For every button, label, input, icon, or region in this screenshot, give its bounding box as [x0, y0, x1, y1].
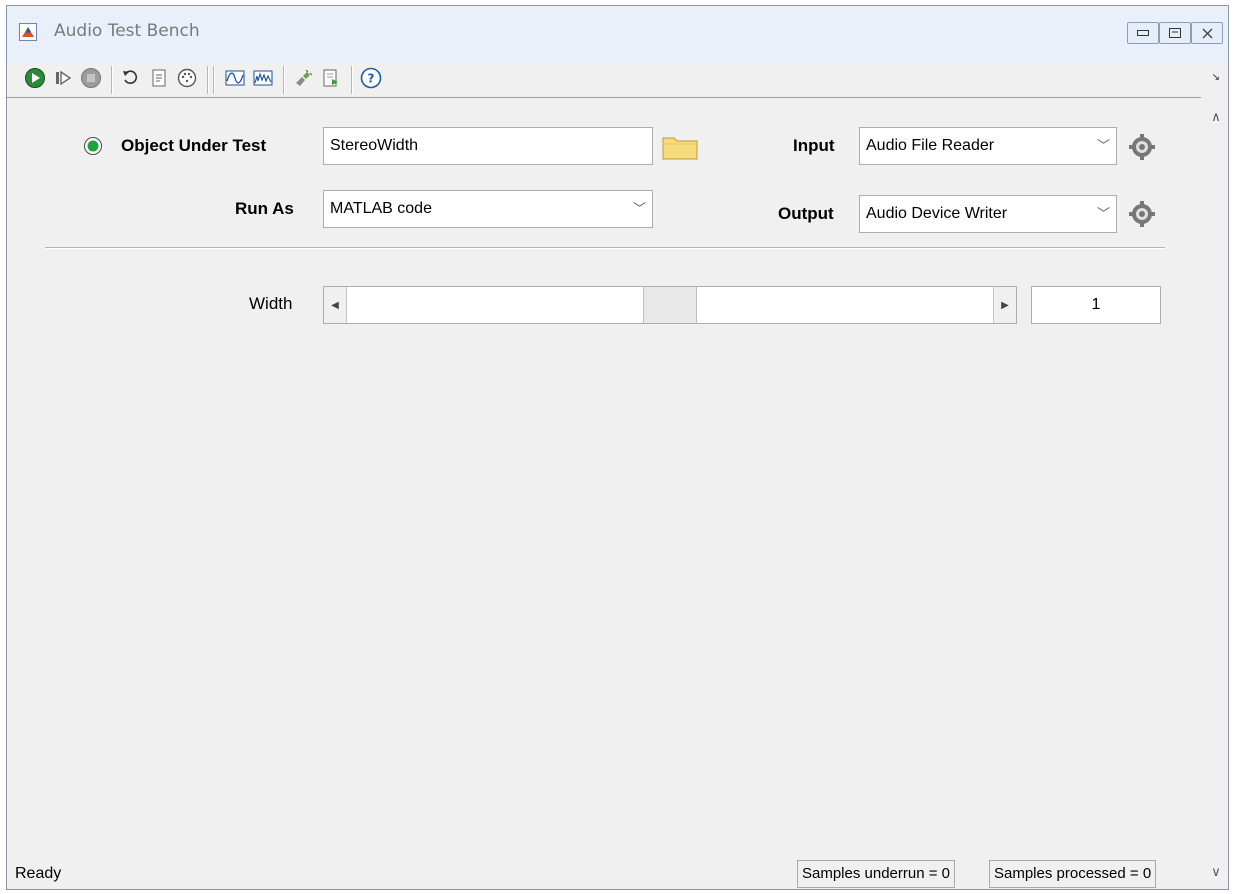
input-settings-gear-icon[interactable] [1127, 132, 1157, 162]
play-button[interactable] [23, 66, 47, 90]
export-button[interactable] [319, 66, 343, 90]
generate-code-button[interactable] [147, 66, 171, 90]
run-as-label: Run As [235, 199, 294, 218]
app-window: Audio Test Bench ? ↘ ∧ ∨ Object Under Te… [6, 5, 1229, 890]
chevron-down-icon: ﹀ [1096, 206, 1110, 221]
chevron-down-icon: ﹀ [1096, 138, 1110, 153]
run-as-dropdown[interactable]: MATLAB code ﹀ [323, 190, 653, 228]
status-bar: Ready Samples underrun = 0 Samples proce… [7, 858, 1201, 890]
object-under-test-field[interactable]: StereoWidth [323, 127, 653, 165]
toolbar-separator [351, 66, 353, 94]
help-button[interactable]: ? [359, 66, 383, 90]
input-dropdown[interactable]: Audio File Reader ﹀ [859, 127, 1117, 165]
slider-right-arrow-icon[interactable]: ▶ [993, 287, 1016, 323]
scroll-down-icon[interactable]: ∨ [1207, 864, 1225, 880]
play-icon [25, 68, 45, 88]
width-slider[interactable]: ◀ ▶ [323, 286, 1017, 324]
title-bar: Audio Test Bench [7, 6, 1228, 64]
output-settings-gear-icon[interactable] [1127, 199, 1157, 229]
input-label: Input [793, 136, 835, 155]
toolbar-separator [207, 66, 209, 94]
chevron-down-icon: ﹀ [632, 201, 646, 216]
svg-text:?: ? [368, 72, 375, 86]
midi-button[interactable] [175, 66, 199, 90]
midi-icon [177, 68, 197, 88]
slider-thumb[interactable] [643, 287, 697, 323]
input-value: Audio File Reader [866, 137, 995, 154]
help-icon: ? [360, 67, 382, 89]
folder-icon[interactable] [661, 133, 699, 161]
stop-button[interactable] [79, 66, 103, 90]
refresh-icon [123, 70, 138, 84]
matlab-logo-icon [19, 23, 37, 41]
run-as-value: MATLAB code [330, 200, 432, 217]
plugin-generate-icon [296, 69, 313, 86]
active-indicator-icon [83, 136, 103, 156]
stop-icon [81, 68, 101, 88]
samples-processed: Samples processed = 0 [989, 860, 1157, 888]
toolbar-separator [283, 66, 285, 94]
toolbar-separator [111, 66, 113, 94]
status-text: Ready [15, 865, 62, 882]
expand-icon[interactable]: ↘ [1212, 72, 1220, 83]
close-button[interactable] [1191, 22, 1223, 44]
generate-code-icon [152, 69, 166, 87]
toolbar-separator [213, 66, 215, 94]
scroll-up-icon[interactable]: ∧ [1207, 109, 1225, 125]
maximize-icon [1160, 23, 1190, 43]
maximize-button[interactable] [1159, 22, 1191, 44]
width-label: Width [249, 294, 293, 313]
width-value-field[interactable]: 1 [1031, 286, 1161, 324]
spectrum-analyzer-icon [253, 70, 273, 86]
minimize-icon [1128, 23, 1158, 43]
toolbar-divider [7, 97, 1201, 98]
step-button[interactable] [51, 66, 75, 90]
refresh-button[interactable] [119, 66, 143, 90]
plugin-generate-button[interactable] [291, 66, 315, 90]
output-value: Audio Device Writer [866, 205, 1008, 222]
slider-left-arrow-icon[interactable]: ◀ [324, 287, 347, 323]
spectrum-analyzer-button[interactable] [251, 66, 275, 90]
export-icon [323, 69, 338, 87]
samples-underrun: Samples underrun = 0 [797, 860, 956, 888]
object-under-test-label: Object Under Test [121, 136, 267, 155]
step-icon [56, 70, 72, 86]
output-dropdown[interactable]: Audio Device Writer ﹀ [859, 195, 1117, 233]
section-divider [45, 247, 1165, 249]
output-label: Output [778, 204, 834, 223]
time-scope-button[interactable] [223, 66, 247, 90]
close-icon [1192, 23, 1222, 43]
time-scope-icon [225, 70, 245, 86]
minimize-button[interactable] [1127, 22, 1159, 44]
window-title: Audio Test Bench [54, 21, 200, 41]
